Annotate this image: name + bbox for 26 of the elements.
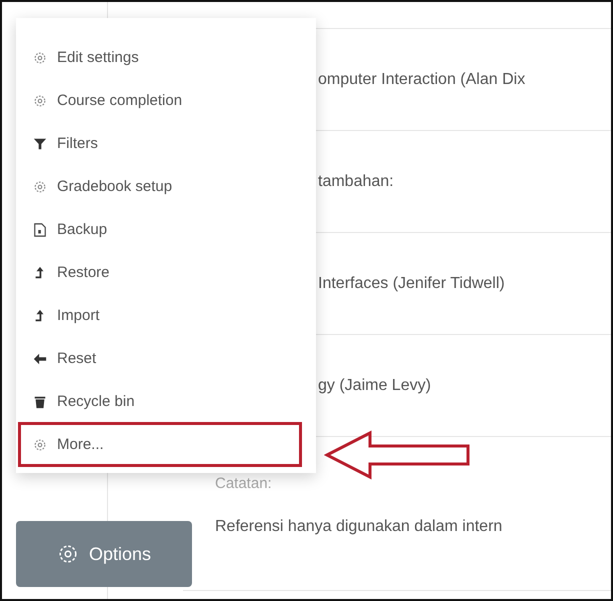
row-text: omputer Interaction (Alan Dix bbox=[318, 70, 526, 88]
file-icon bbox=[33, 222, 47, 236]
row-text: gy (Jaime Levy) bbox=[318, 376, 431, 394]
row-text: tambahan: bbox=[318, 172, 394, 190]
gear-icon bbox=[33, 438, 47, 452]
menu-item[interactable]: Gradebook setup bbox=[18, 164, 302, 209]
gear-icon bbox=[33, 94, 47, 108]
gear-icon bbox=[33, 50, 47, 64]
menu-item[interactable]: More... bbox=[18, 422, 302, 467]
menu-item[interactable]: Import bbox=[18, 293, 302, 338]
trash-icon bbox=[33, 394, 47, 408]
menu-item[interactable]: Recycle bin bbox=[18, 379, 302, 424]
gear-icon bbox=[33, 180, 47, 194]
menu-item[interactable]: Backup bbox=[18, 207, 302, 252]
note-text: Referensi hanya digunakan dalam intern bbox=[215, 518, 504, 536]
menu-item[interactable]: Restore bbox=[18, 250, 302, 295]
options-button[interactable]: Options bbox=[16, 521, 192, 587]
menu-item[interactable]: Reset bbox=[18, 336, 302, 381]
row-text: Interfaces (Jenifer Tidwell) bbox=[318, 274, 505, 292]
settings-icon bbox=[56, 543, 79, 565]
filter-icon bbox=[33, 136, 47, 150]
menu-item[interactable]: Course completion bbox=[18, 78, 302, 123]
note-label: Catatan: bbox=[215, 475, 273, 492]
menu-item[interactable]: Filters bbox=[18, 121, 302, 166]
left-arrow-icon bbox=[33, 352, 47, 366]
menu-item[interactable]: Edit settings bbox=[18, 35, 302, 80]
